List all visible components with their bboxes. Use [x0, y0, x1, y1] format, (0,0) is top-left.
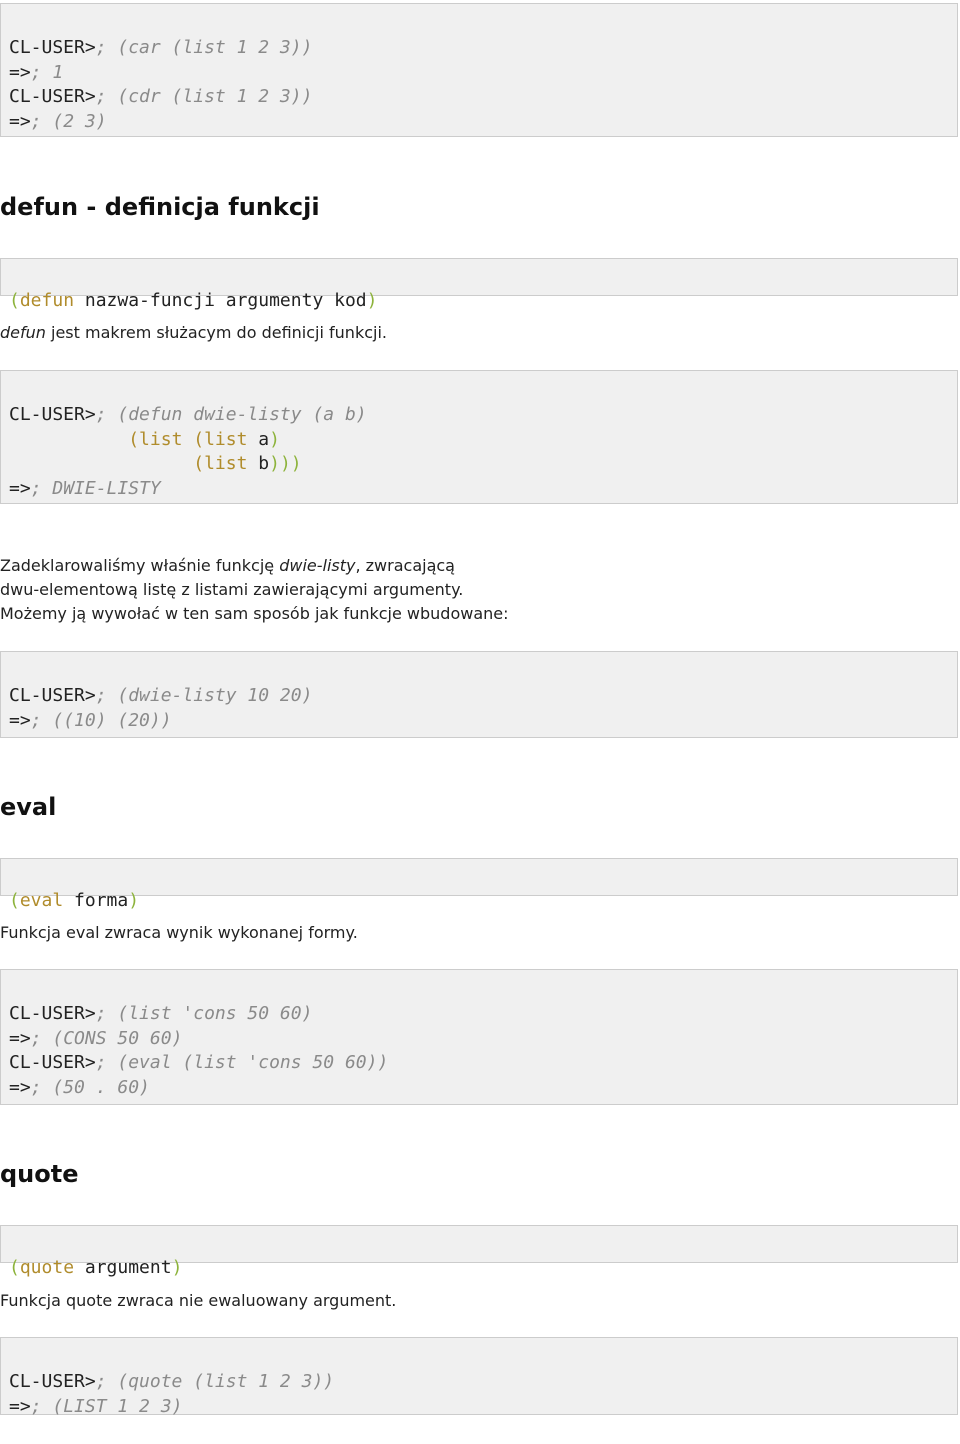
code-text: ; (car (list 1 2 3)): [95, 37, 313, 59]
emphasis: defun: [0, 323, 46, 342]
keyword: quote: [19, 1257, 75, 1279]
paragraph-text: jest makrem służacym do definicji funkcj…: [45, 323, 387, 342]
section-heading-eval: eval: [0, 793, 57, 821]
code-line: (defun nazwa-funcji argumenty kod): [9, 289, 949, 313]
result-arrow: =>: [9, 709, 31, 731]
code-line: CL-USER>; (cdr (list 1 2 3)): [9, 85, 949, 109]
paragraph-eval-desc: Funkcja eval zwraca wynik wykonanej form…: [0, 923, 358, 942]
keyword: eval: [19, 890, 64, 912]
paragraph-text: , zwracającą: [355, 556, 455, 575]
code-line: CL-USER>; (car (list 1 2 3)): [9, 36, 949, 60]
result-arrow: =>: [9, 1027, 31, 1049]
code-line: CL-USER>; (eval (list 'cons 50 60)): [9, 1051, 949, 1075]
code-block-eval-example: CL-USER>; (list 'cons 50 60) =>; (CONS 50…: [0, 969, 958, 1105]
code-text: a: [247, 428, 270, 450]
keyword: defun: [19, 290, 75, 312]
code-text: ; (dwie-listy 10 20): [95, 685, 313, 707]
code-block-quote-example: CL-USER>; (quote (list 1 2 3)) =>; (LIST …: [0, 1337, 958, 1417]
code-line: (list b))): [9, 452, 949, 476]
paren: ): [128, 890, 140, 912]
code-text: ; (50 . 60): [30, 1076, 150, 1098]
code-text: ; (eval (list 'cons 50 60)): [95, 1052, 389, 1074]
syntax-block-quote: (quote argument): [0, 1225, 958, 1278]
code-line: CL-USER>; (dwie-listy 10 20): [9, 684, 949, 708]
code-text: ; (quote (list 1 2 3)): [95, 1371, 335, 1393]
repl-prompt: CL-USER>: [9, 404, 96, 426]
paren: (: [9, 290, 20, 312]
code-line: =>; (CONS 50 60): [9, 1027, 949, 1051]
paragraph-text: Zadeklarowaliśmy właśnie funkcję: [0, 556, 280, 575]
syntax-block-eval: (eval forma): [0, 858, 958, 911]
code-line: CL-USER>; (defun dwie-listy (a b): [9, 403, 949, 427]
repl-prompt: CL-USER>: [9, 1003, 96, 1025]
code-line: =>; (LIST 1 2 3): [9, 1395, 949, 1419]
repl-prompt: CL-USER>: [9, 86, 96, 108]
paragraph-defun-desc: defun jest makrem służacym do definicji …: [0, 321, 960, 345]
repl-prompt: CL-USER>: [9, 685, 96, 707]
code-line: CL-USER>; (list 'cons 50 60): [9, 1002, 949, 1026]
code-line: =>; 1: [9, 61, 949, 85]
code-line: =>; (2 3): [9, 110, 949, 134]
code-text: ; 1: [30, 61, 64, 83]
paren: ): [171, 1257, 183, 1279]
code-text: ; (LIST 1 2 3): [30, 1395, 183, 1417]
code-line: CL-USER>; (quote (list 1 2 3)): [9, 1370, 949, 1394]
paragraph-dwie-listy: Zadeklarowaliśmy właśnie funkcję dwie-li…: [0, 554, 960, 626]
keyword: (list (list: [128, 428, 248, 450]
paragraph-quote-desc: Funkcja quote zwraca nie ewaluowany argu…: [0, 1291, 397, 1310]
code-text: b: [247, 453, 270, 475]
code-line: (quote argument): [9, 1256, 949, 1280]
code-line: =>; ((10) (20)): [9, 709, 949, 733]
code-text: ; (defun dwie-listy (a b): [95, 404, 367, 426]
section-heading-quote: quote: [0, 1160, 79, 1188]
code-line: (list (list a): [9, 428, 949, 452]
syntax-args: argument: [74, 1257, 172, 1279]
paragraph-text: dwu-elementową listę z listami zawierają…: [0, 580, 464, 599]
syntax-block-defun: (defun nazwa-funcji argumenty kod): [0, 258, 958, 311]
result-arrow: =>: [9, 110, 31, 132]
result-arrow: =>: [9, 61, 31, 83]
result-arrow: =>: [9, 477, 31, 499]
paren: (: [9, 890, 20, 912]
code-block-defun-example: CL-USER>; (defun dwie-listy (a b) (list …: [0, 370, 958, 504]
code-text: ; DWIE-LISTY: [30, 477, 161, 499]
code-text: ; (2 3): [30, 110, 107, 132]
syntax-args: nazwa-funcji argumenty kod: [74, 290, 367, 312]
paren: (: [9, 1257, 20, 1279]
repl-prompt: CL-USER>: [9, 1371, 96, 1393]
code-block-call-example: CL-USER>; (dwie-listy 10 20) =>; ((10) (2…: [0, 651, 958, 738]
repl-prompt: CL-USER>: [9, 37, 96, 59]
paren: ): [366, 290, 378, 312]
syntax-args: forma: [63, 890, 129, 912]
paren: ): [269, 428, 280, 450]
paragraph-text: Możemy ją wywołać w ten sam sposób jak f…: [0, 604, 509, 623]
code-line: =>; DWIE-LISTY: [9, 477, 949, 501]
paren: ))): [269, 453, 302, 475]
repl-prompt: CL-USER>: [9, 1052, 96, 1074]
code-text: ; ((10) (20)): [30, 709, 172, 731]
code-text: ; (list 'cons 50 60): [95, 1003, 313, 1025]
code-block-car-cdr: CL-USER>; (car (list 1 2 3)) =>; 1 CL-USER…: [0, 3, 958, 137]
keyword: (list: [193, 453, 248, 475]
code-line: =>; (50 . 60): [9, 1076, 949, 1100]
emphasis: dwie-listy: [279, 556, 356, 575]
code-line: (eval forma): [9, 889, 949, 913]
result-arrow: =>: [9, 1395, 31, 1417]
result-arrow: =>: [9, 1076, 31, 1098]
code-text: ; (CONS 50 60): [30, 1027, 183, 1049]
code-text: ; (cdr (list 1 2 3)): [95, 86, 313, 108]
section-heading-defun: defun - definicja funkcji: [0, 193, 320, 221]
